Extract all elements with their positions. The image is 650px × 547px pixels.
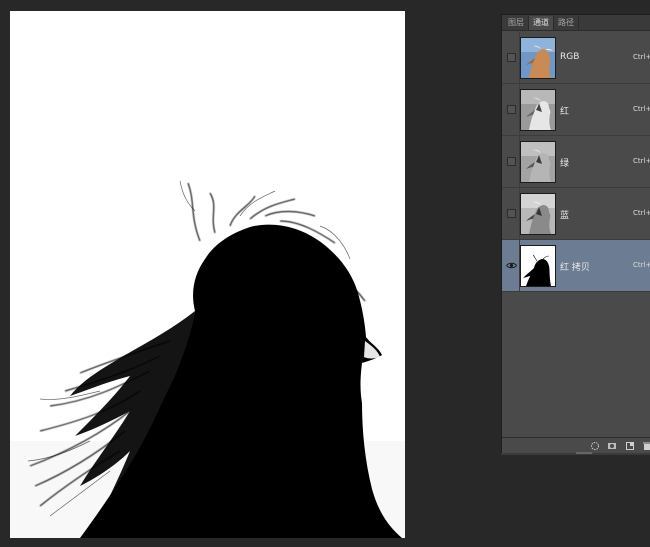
channel-thumbnail-blue: [520, 193, 556, 235]
channel-shortcut: Ctrl+4: [633, 157, 650, 165]
channel-shortcut: Ctrl+2: [633, 53, 650, 61]
visibility-toggle[interactable]: [507, 53, 516, 62]
channel-name: 蓝: [560, 211, 570, 221]
channel-row-rgb[interactable]: RGB Ctrl+2: [502, 32, 650, 84]
visibility-toggle[interactable]: [507, 209, 516, 218]
channels-panel: 图层 通道 路径 RGB Ctrl+2: [501, 14, 650, 453]
channel-name: 红 拷贝: [560, 263, 590, 273]
channel-name: RGB: [560, 52, 580, 62]
channel-shortcut: Ctrl+3: [633, 105, 650, 113]
channel-thumbnail-green: [520, 141, 556, 183]
channel-row-green[interactable]: 绿 Ctrl+4: [502, 136, 650, 188]
tab-layers[interactable]: 图层: [504, 16, 529, 30]
tab-channels[interactable]: 通道: [529, 16, 554, 30]
channel-row-red[interactable]: 红 Ctrl+3: [502, 84, 650, 136]
new-channel-icon[interactable]: [625, 441, 635, 451]
visibility-toggle[interactable]: [507, 157, 516, 166]
panel-resize-grip[interactable]: [576, 452, 592, 454]
channel-list: RGB Ctrl+2 红 Ctrl+3: [502, 32, 650, 292]
channel-name: 绿: [560, 159, 570, 169]
channel-row-red-copy[interactable]: 红 拷贝 Ctrl+6: [502, 240, 650, 292]
channel-name: 红: [560, 107, 570, 117]
visibility-toggle[interactable]: [507, 105, 516, 114]
canvas-area[interactable]: [0, 0, 490, 547]
channel-shortcut: Ctrl+6: [633, 261, 650, 269]
tab-paths[interactable]: 路径: [554, 16, 579, 30]
channel-shortcut: Ctrl+5: [633, 209, 650, 217]
panel-footer: [502, 437, 650, 453]
delete-channel-icon[interactable]: [642, 441, 650, 451]
channel-thumbnail-red-copy: [520, 245, 556, 287]
save-selection-icon[interactable]: [607, 441, 617, 451]
panel-tab-bar: 图层 通道 路径: [502, 15, 650, 31]
channel-thumbnail-red: [520, 89, 556, 131]
document-canvas[interactable]: [10, 11, 405, 538]
eye-icon[interactable]: [506, 260, 517, 271]
channel-thumbnail-rgb: [520, 37, 556, 79]
channel-mask-image: [10, 11, 405, 538]
load-selection-icon[interactable]: [590, 441, 600, 451]
channel-row-blue[interactable]: 蓝 Ctrl+5: [502, 188, 650, 240]
